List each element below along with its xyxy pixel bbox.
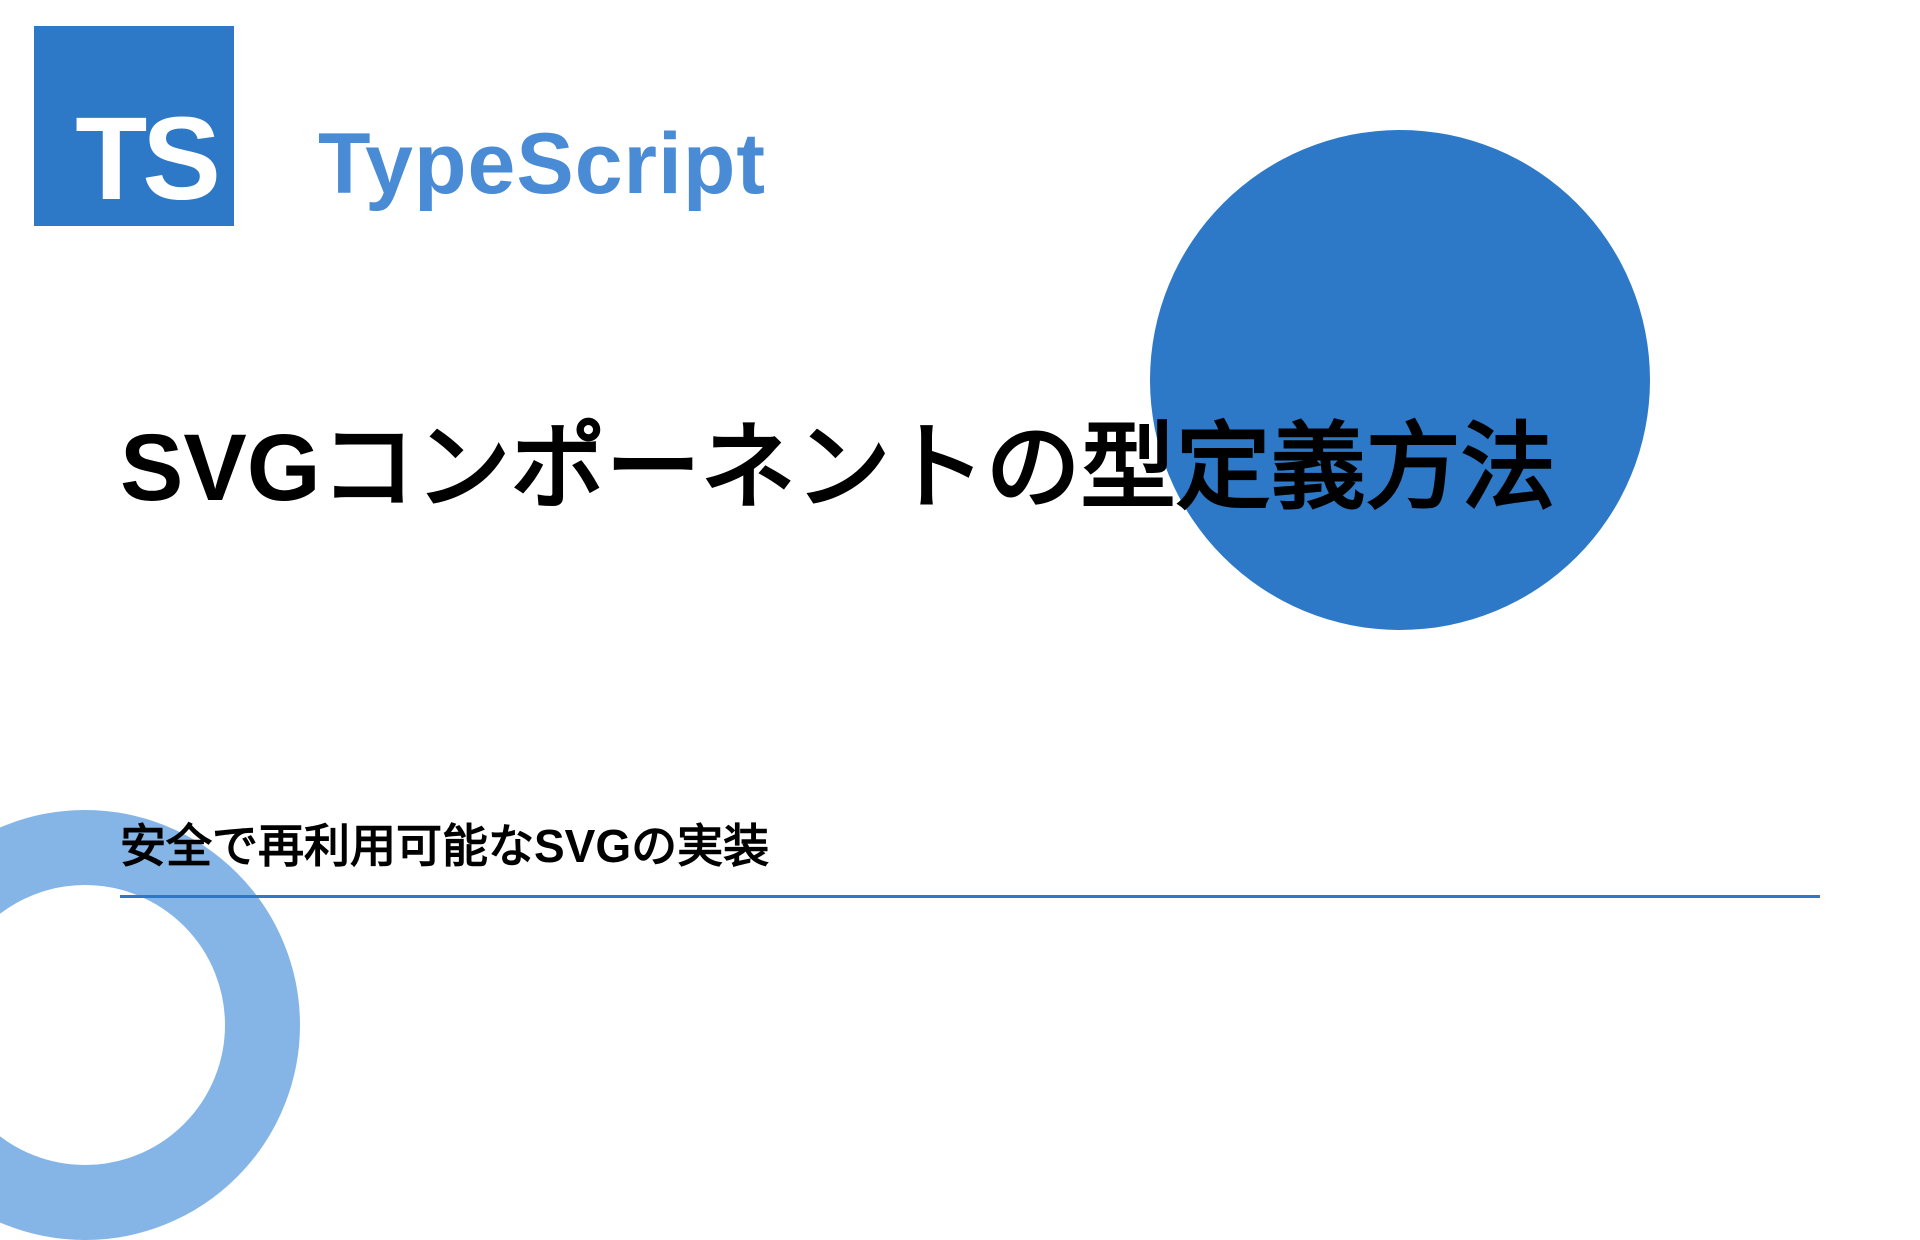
decorative-circle-filled xyxy=(1150,130,1650,630)
page-title: SVGコンポーネントの型定義方法 xyxy=(120,395,1556,542)
subtitle-underline xyxy=(120,895,1820,898)
typescript-logo-text: TS xyxy=(75,100,216,218)
page-subtitle: 安全で再利用可能なSVGの実装 xyxy=(120,810,769,876)
typescript-logo: TS xyxy=(34,26,234,226)
language-label: TypeScript xyxy=(318,115,766,214)
